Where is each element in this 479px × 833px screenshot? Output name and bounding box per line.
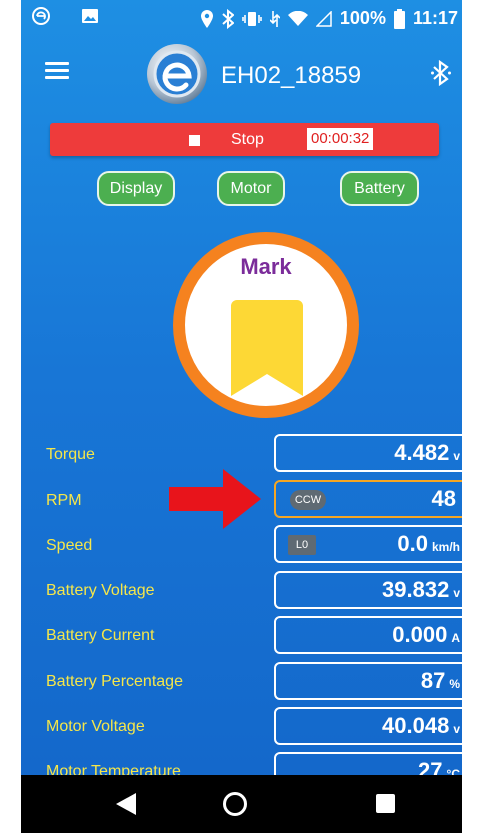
battery-current-label: Battery Current: [46, 627, 155, 644]
battery-voltage-value-box: 39.832 v: [274, 571, 462, 609]
torque-value-box: 4.482 v: [274, 434, 462, 472]
battery-current-value: 0.000: [392, 622, 448, 647]
torque-unit: v: [453, 449, 460, 463]
motor-voltage-value: 40.048: [382, 713, 450, 738]
rpm-value: 48: [431, 486, 456, 511]
torque-label: Torque: [46, 446, 95, 463]
device-name: EH02_18859: [221, 62, 362, 89]
motor-voltage-value-box: 40.048 v: [274, 707, 462, 745]
speed-unit: km/h: [431, 540, 460, 554]
bluetooth-icon[interactable]: [431, 60, 451, 86]
battery-current-unit: A: [451, 631, 460, 645]
no-sim-icon: [315, 10, 332, 27]
status-bar: 100% 11:17: [21, 0, 462, 36]
vibrate-icon: [242, 11, 262, 26]
tab-display[interactable]: Display: [97, 171, 175, 206]
home-icon[interactable]: [223, 792, 247, 816]
data-icon: [269, 10, 280, 27]
status-time: 11:17: [412, 8, 458, 28]
bookmark-icon: [231, 300, 303, 396]
motor-voltage-label: Motor Voltage: [46, 718, 145, 735]
app-logo-icon: [32, 7, 50, 25]
speed-label: Speed: [46, 537, 93, 554]
battery-voltage-unit: v: [453, 586, 460, 600]
motor-voltage-unit: v: [453, 722, 460, 736]
stop-label: Stop: [231, 131, 264, 148]
nav-bar: [21, 775, 462, 833]
battery-percentage-unit: %: [449, 677, 460, 691]
battery-percentage-value-box: 87%: [274, 662, 462, 700]
stop-button[interactable]: Stop 00:00:32: [50, 123, 439, 156]
battery-percentage-value: 87: [420, 668, 446, 693]
stop-timer: 00:00:32: [307, 128, 374, 150]
direction-chip[interactable]: CCW: [290, 490, 326, 510]
image-icon: [82, 9, 98, 23]
wifi-icon: [287, 10, 308, 26]
app-bar: EH02_18859: [21, 36, 462, 112]
battery-percentage-label: Battery Percentage: [46, 673, 183, 690]
menu-icon[interactable]: [45, 62, 69, 80]
level-chip[interactable]: L0: [288, 535, 316, 555]
mark-label: Mark: [240, 254, 292, 279]
location-icon: [200, 9, 213, 28]
red-arrow-icon: [169, 469, 261, 529]
rpm-label: RPM: [46, 492, 82, 509]
speed-value-box: L0 0.0 km/h: [274, 525, 462, 563]
speed-value: 0.0: [397, 531, 428, 556]
battery-percent: 100%: [339, 8, 386, 28]
tab-motor[interactable]: Motor: [217, 171, 285, 206]
battery-voltage-value: 39.832: [382, 577, 450, 602]
battery-voltage-label: Battery Voltage: [46, 582, 155, 599]
mark-button[interactable]: Mark: [173, 232, 359, 418]
battery-icon: [393, 8, 405, 29]
logo-icon: [147, 44, 207, 104]
back-icon[interactable]: [116, 793, 136, 815]
torque-value: 4.482: [394, 440, 450, 465]
recents-icon[interactable]: [376, 794, 395, 813]
app-screen: 100% 11:17 EH02_18859 Stop 00:00:32 Disp…: [21, 0, 462, 833]
rpm-value-box: CCW 48: [274, 480, 462, 518]
battery-current-value-box: 0.000 A: [274, 616, 462, 654]
stop-icon: [189, 135, 200, 146]
tab-battery[interactable]: Battery: [340, 171, 419, 206]
bluetooth-small-icon: [222, 8, 234, 29]
